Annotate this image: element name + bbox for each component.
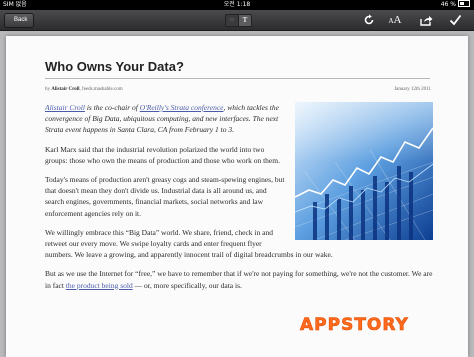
status-bar: SIM 없음 오전 1:18 46 % <box>0 0 474 10</box>
clock: 오전 1:18 <box>223 1 251 8</box>
share-icon[interactable] <box>419 13 433 27</box>
back-button[interactable]: Back <box>4 13 35 28</box>
battery-indicator: 46 % <box>441 0 470 10</box>
toolbar: Back ▭ T AA <box>0 10 474 31</box>
intro-text-1: is the co-chair of <box>84 103 140 112</box>
publish-date: January 12th 2011 <box>394 87 431 92</box>
checkmark-icon[interactable] <box>448 13 462 27</box>
battery-label: 46 % <box>440 1 456 8</box>
paragraph-4-text-b: — or, more specifically, our data is. <box>132 280 242 290</box>
refresh-icon[interactable] <box>362 13 376 27</box>
paragraph-4: But as we use the Internet for “free,” w… <box>45 268 433 290</box>
article-body: Alistair Croll is the co-chair of O'Reil… <box>45 102 433 299</box>
product-being-sold-link[interactable]: the product being sold <box>66 281 133 290</box>
reader-page: Who Owns Your Data? by Alistair Croll, f… <box>6 36 468 357</box>
text-view-button[interactable]: T <box>239 14 252 27</box>
font-size-button[interactable]: AA <box>386 13 404 27</box>
article-image <box>295 102 433 240</box>
web-view-button[interactable]: ▭ <box>225 14 239 27</box>
battery-icon <box>458 0 470 7</box>
strata-conference-link[interactable]: O'Reilly's Strata conference <box>140 103 224 112</box>
author-name: Alistair Croll <box>51 87 80 92</box>
source-domain: , feeds.mashable.com <box>79 87 123 92</box>
article-title: Who Owns Your Data? <box>45 59 184 74</box>
watermark-logo: APPSTORY <box>300 315 409 336</box>
byline: by Alistair Croll, feeds.mashable.com <box>45 87 123 92</box>
view-mode-switch[interactable]: ▭ T <box>225 14 252 27</box>
title-divider <box>45 78 430 79</box>
author-link[interactable]: Alistair Croll <box>45 103 85 112</box>
